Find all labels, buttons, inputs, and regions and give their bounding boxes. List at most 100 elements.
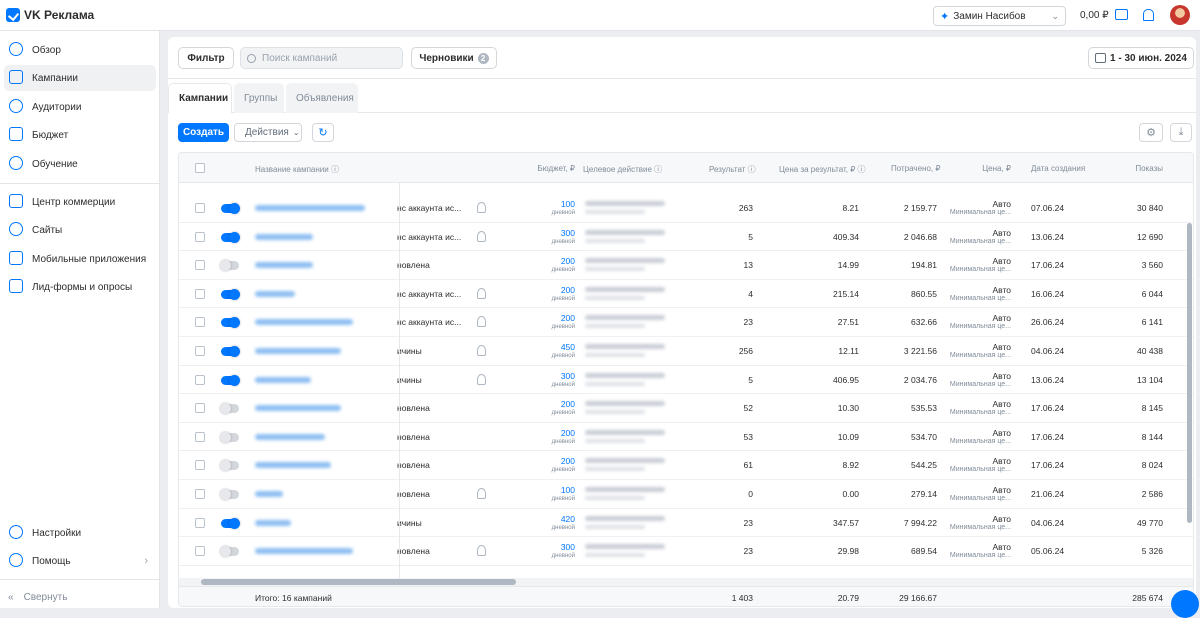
filter-button[interactable]: Фильтр: [178, 47, 234, 69]
sidebar-item-settings[interactable]: Настройки: [4, 520, 156, 546]
budget-link[interactable]: 200: [539, 285, 575, 295]
table-row[interactable]: новлена 100 дневной 0 0.00 279.14 Авто Минималь…: [179, 480, 1193, 509]
row-checkbox[interactable]: [195, 346, 205, 356]
row-checkbox[interactable]: [195, 431, 205, 442]
table-row[interactable]: новлена 200 дневной 61 8.92 544.25 Авто Минимал…: [179, 451, 1193, 480]
table-row[interactable]: новлена 200 дневной 52 10.30 535.53 Авто Минима…: [179, 394, 1193, 423]
sidebar-item-lead-forms[interactable]: Лид-формы и опросы: [4, 274, 156, 300]
lightbulb-icon[interactable]: [477, 230, 486, 242]
sidebar-item-sites[interactable]: Сайты: [4, 217, 156, 243]
sidebar-item-learning[interactable]: Обучение: [4, 151, 156, 177]
column-header-cost-per-result[interactable]: Цена за результат, ₽ ⓘ: [779, 164, 866, 175]
account-selector[interactable]: ✦ Замин Насибов ⌄: [933, 6, 1066, 26]
sidebar-item-campaigns[interactable]: Кампании: [4, 65, 156, 91]
row-checkbox[interactable]: [195, 546, 205, 557]
budget-link[interactable]: 450: [539, 342, 575, 352]
campaign-toggle[interactable]: [220, 431, 239, 443]
campaign-name-link[interactable]: [255, 433, 325, 440]
table-row[interactable]: ичины 300 дневной 5 406.95 2 034.76 Авто Минима…: [179, 366, 1193, 395]
search-input[interactable]: Поиск кампаний: [240, 47, 403, 69]
column-header-goal[interactable]: Целевое действие ⓘ: [583, 164, 662, 175]
lightbulb-icon[interactable]: [477, 287, 486, 299]
refresh-button[interactable]: ↻: [312, 123, 334, 142]
campaign-toggle[interactable]: [221, 288, 240, 300]
campaign-name-link[interactable]: [255, 233, 313, 240]
column-header-name[interactable]: Название кампании ⓘ: [255, 164, 339, 175]
budget-link[interactable]: 300: [539, 228, 575, 238]
balance[interactable]: 0,00 ₽: [1080, 10, 1109, 21]
lightbulb-icon[interactable]: [477, 202, 486, 213]
sidebar-item-overview[interactable]: Обзор: [4, 37, 156, 63]
campaign-name-link[interactable]: [255, 491, 283, 497]
row-checkbox[interactable]: [195, 460, 205, 471]
tab-groups[interactable]: Группы: [234, 83, 284, 113]
drafts-button[interactable]: Черновики 2: [411, 47, 497, 69]
row-checkbox[interactable]: [195, 317, 205, 328]
create-button[interactable]: Создать: [178, 123, 229, 142]
table-row[interactable]: ичины 420 дневной 23 347.57 7 994.22 Авто Миним…: [179, 509, 1193, 538]
table-row[interactable]: новлена 200 дневной 53 10.09 534.70 Авто Минима…: [179, 423, 1193, 452]
column-header-impressions[interactable]: Показы: [1109, 164, 1163, 173]
budget-link[interactable]: 200: [539, 399, 575, 409]
sidebar-item-audiences[interactable]: Аудитории: [4, 94, 156, 120]
lightbulb-icon[interactable]: [477, 373, 486, 385]
download-button[interactable]: ⤓: [1170, 123, 1192, 142]
bell-icon[interactable]: [1143, 9, 1154, 21]
campaign-toggle[interactable]: [221, 346, 240, 357]
budget-link[interactable]: 420: [539, 514, 575, 524]
table-row[interactable]: новлена 300 дневной 23 29.98 689.54 Авто Минима…: [179, 537, 1193, 566]
campaign-toggle[interactable]: [221, 317, 240, 329]
campaign-name-link[interactable]: [255, 348, 341, 354]
table-row[interactable]: новлена 200 дневной 13 14.99 194.81 Авто Минима…: [179, 251, 1193, 280]
column-header-spent[interactable]: Потрачено, ₽: [891, 164, 940, 173]
sidebar-item-budget[interactable]: Бюджет: [4, 122, 156, 148]
row-checkbox[interactable]: [195, 288, 205, 299]
campaign-name-link[interactable]: [255, 319, 353, 326]
table-settings-button[interactable]: ⚙: [1139, 123, 1163, 142]
lightbulb-icon[interactable]: [477, 488, 486, 499]
campaign-name-link[interactable]: [255, 205, 365, 211]
campaign-toggle[interactable]: [220, 489, 239, 500]
row-checkbox[interactable]: [195, 231, 205, 242]
row-checkbox[interactable]: [195, 203, 205, 213]
avatar[interactable]: [1170, 5, 1190, 25]
campaign-name-link[interactable]: [255, 405, 341, 412]
lightbulb-icon[interactable]: [477, 316, 486, 328]
campaign-name-link[interactable]: [255, 376, 311, 383]
campaign-toggle[interactable]: [220, 460, 239, 472]
table-row[interactable]: нс аккаунта ис... 200 дневной 4 215.14 860.55…: [179, 280, 1193, 309]
wallet-icon[interactable]: [1115, 9, 1128, 20]
row-checkbox[interactable]: [195, 403, 205, 414]
campaign-toggle[interactable]: [221, 203, 240, 214]
campaign-toggle[interactable]: [220, 403, 239, 415]
app-logo[interactable]: VK Реклама: [6, 8, 94, 22]
campaign-name-link[interactable]: [255, 290, 295, 297]
actions-dropdown[interactable]: Действия ⌄: [234, 123, 302, 142]
column-header-result[interactable]: Результат ⓘ: [709, 164, 756, 175]
lightbulb-icon[interactable]: [477, 545, 486, 557]
budget-link[interactable]: 200: [539, 313, 575, 323]
tab-ads[interactable]: Объявления: [286, 83, 358, 113]
table-row[interactable]: нс аккаунта ис... 300 дневной 5 409.34 2 046.…: [179, 223, 1193, 252]
campaign-name-link[interactable]: [255, 548, 353, 555]
horizontal-scrollbar[interactable]: [179, 578, 1193, 586]
date-range-picker[interactable]: 1 - 30 июн. 2024: [1088, 47, 1194, 69]
table-row[interactable]: нс аккаунта ис... 100 дневной 263 8.21 2 159.…: [179, 194, 1193, 223]
campaign-toggle[interactable]: [221, 374, 240, 386]
collapse-sidebar-button[interactable]: « Свернуть: [8, 592, 67, 603]
sidebar-item-help[interactable]: Помощь ›: [4, 548, 156, 574]
lightbulb-icon[interactable]: [477, 345, 486, 356]
column-header-price[interactable]: Цена, ₽: [969, 164, 1011, 173]
campaign-toggle[interactable]: [220, 546, 239, 558]
select-all-checkbox[interactable]: [195, 163, 205, 173]
budget-link[interactable]: 200: [539, 456, 575, 466]
column-header-budget[interactable]: Бюджет, ₽: [519, 164, 575, 173]
budget-link[interactable]: 200: [539, 428, 575, 438]
campaign-toggle[interactable]: [221, 231, 240, 243]
campaign-name-link[interactable]: [255, 519, 291, 526]
budget-link[interactable]: 200: [539, 256, 575, 266]
sidebar-item-mobile-apps[interactable]: Мобильные приложения: [4, 246, 156, 272]
table-row[interactable]: нс аккаунта ис... 200 дневной 23 27.51 632.66…: [179, 308, 1193, 337]
campaign-name-link[interactable]: [255, 462, 331, 469]
budget-link[interactable]: 100: [539, 485, 575, 495]
